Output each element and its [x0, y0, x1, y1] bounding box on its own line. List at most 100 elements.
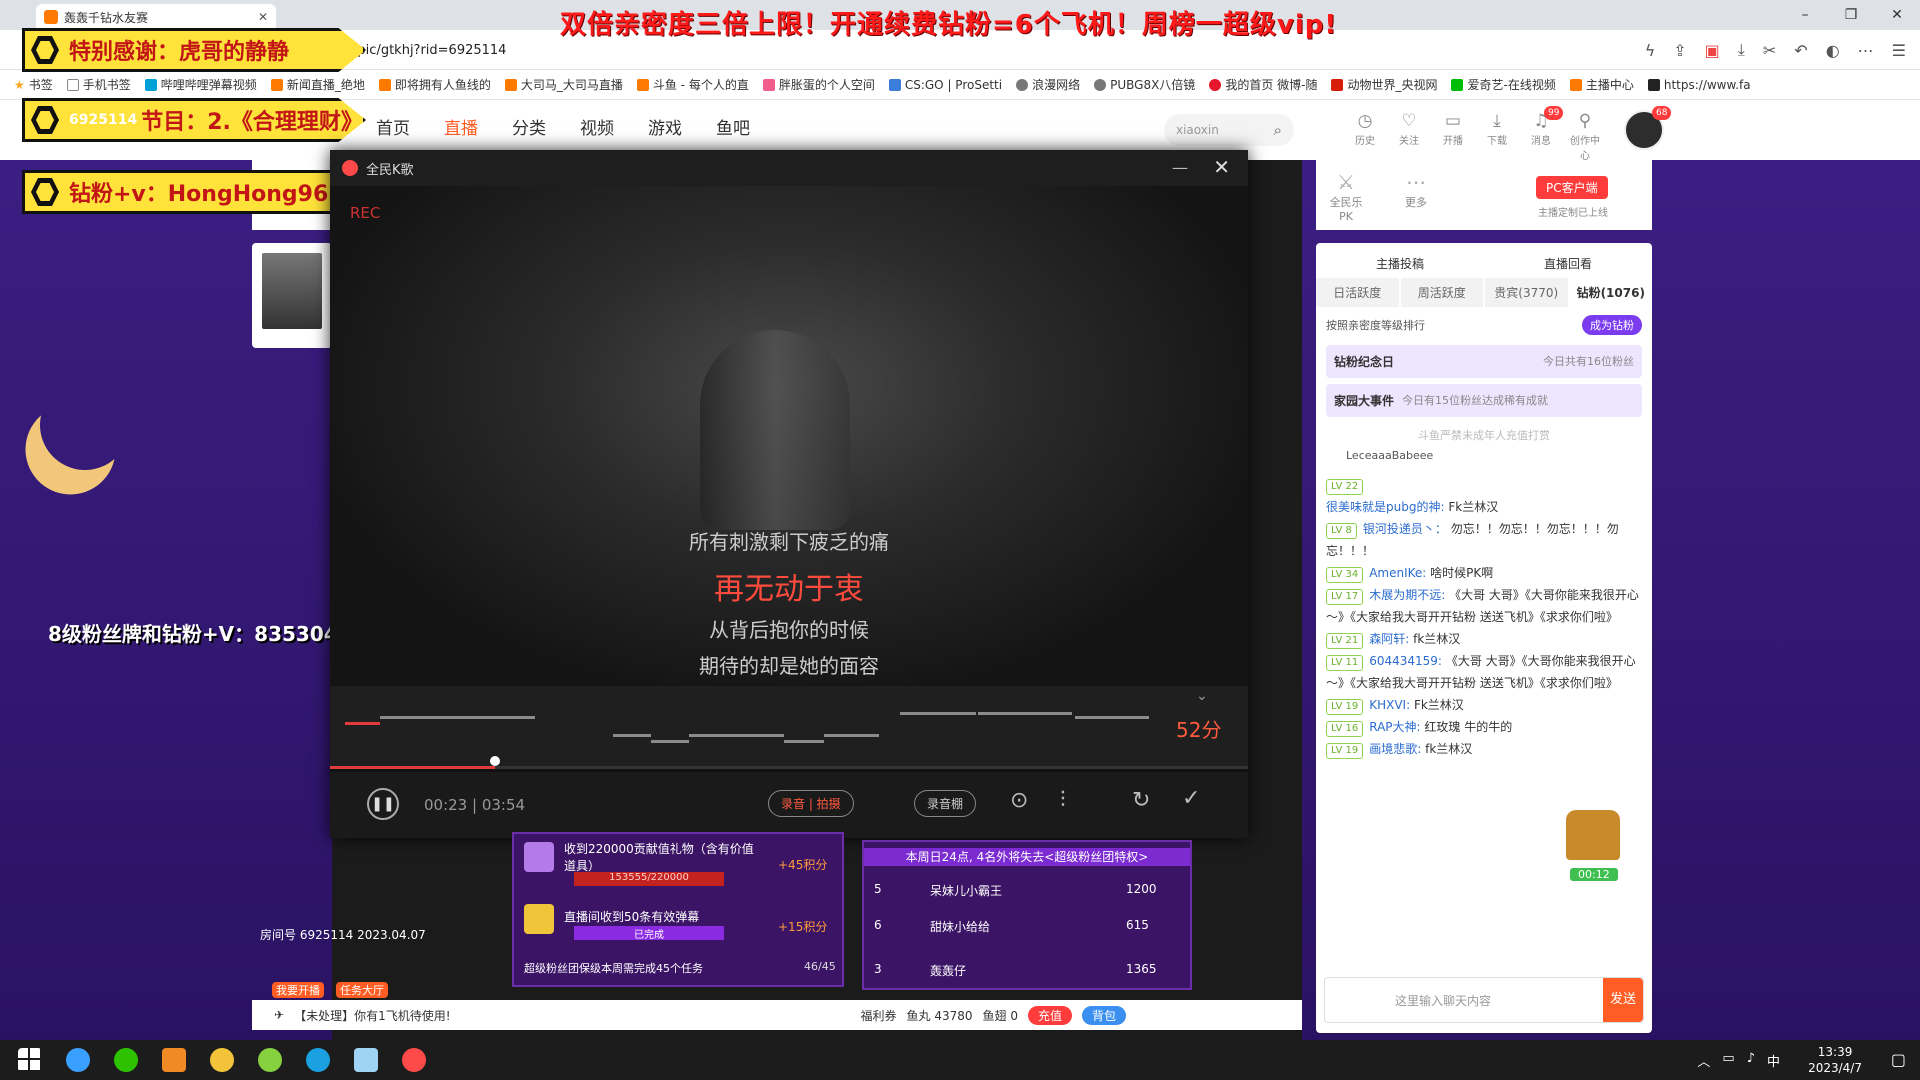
- pc-client-button[interactable]: PC客户端: [1536, 176, 1608, 199]
- nav-yuba[interactable]: 鱼吧: [716, 114, 750, 139]
- follow-button[interactable]: ♡ 关注: [1394, 110, 1424, 162]
- recharge-button[interactable]: 充值: [1027, 1005, 1072, 1025]
- bookmark-item[interactable]: 我的首页 微博-随: [1209, 76, 1317, 93]
- app-icon[interactable]: [210, 1048, 234, 1072]
- share-icon[interactable]: ⇪: [1673, 41, 1686, 60]
- bookmark-item[interactable]: 哔哩哔哩弹幕视频: [144, 76, 257, 93]
- bulb-icon: ⚲: [1578, 111, 1592, 131]
- karaoke-taskbar-icon[interactable]: [402, 1048, 426, 1072]
- bookmark-item[interactable]: 新闻直播_绝地: [270, 76, 365, 93]
- unprocessed-notice[interactable]: 【未处理】你有1飞机待使用!: [294, 1007, 450, 1024]
- minimize-icon[interactable]: —: [1172, 158, 1188, 177]
- anchor-submission-link[interactable]: 主播投稿: [1376, 255, 1424, 272]
- rank-user[interactable]: LeceaaaBabeee: [1316, 447, 1652, 464]
- bookmark-item[interactable]: 主播中心: [1569, 76, 1634, 93]
- nav-video[interactable]: 视频: [580, 114, 614, 139]
- avatar[interactable]: 68: [1624, 106, 1672, 150]
- bookmark-item[interactable]: https://www.fa: [1647, 78, 1751, 92]
- collapse-chevron-icon[interactable]: ⌄: [1196, 688, 1208, 704]
- nav-category[interactable]: 分类: [512, 114, 546, 139]
- volume-icon[interactable]: ♪: [1747, 1051, 1755, 1070]
- finish-check-icon[interactable]: ✓: [1182, 786, 1200, 811]
- creator-button[interactable]: ⚲ 创作中心: [1570, 110, 1600, 162]
- extension-icon[interactable]: ▣: [1705, 41, 1720, 60]
- bookmark-item[interactable]: 浪漫网络: [1016, 76, 1080, 93]
- record-mode-toggle[interactable]: 录音 | 拍摄: [768, 790, 854, 817]
- family-event-card[interactable]: 家园大事件 今日有15位粉丝达成稀有成就: [1326, 384, 1642, 417]
- bookmark-item[interactable]: 动物世界_央视网: [1331, 76, 1437, 93]
- maximize-icon[interactable]: ❐: [1828, 0, 1874, 30]
- network-icon[interactable]: ▭: [1722, 1051, 1734, 1070]
- tab-close-icon[interactable]: ✕: [258, 10, 268, 24]
- tray-chevron-icon[interactable]: ︿: [1697, 1051, 1710, 1070]
- bookmark-item[interactable]: 即将拥有人鱼线的: [378, 76, 491, 93]
- minimize-icon[interactable]: –: [1782, 0, 1828, 30]
- lightning-icon[interactable]: ϟ: [1645, 41, 1656, 60]
- bookmark-item[interactable]: CS:GO | ProSetti: [888, 78, 1002, 92]
- close-window-icon[interactable]: ✕: [1874, 0, 1920, 30]
- task-hall-button[interactable]: 任务大厅: [336, 982, 388, 998]
- nav-home[interactable]: 首页: [376, 114, 410, 139]
- tab-weekly[interactable]: 周活跃度: [1400, 278, 1483, 307]
- nav-game[interactable]: 游戏: [648, 114, 682, 139]
- more-button[interactable]: ⋯ 更多: [1396, 170, 1436, 210]
- bookmark-item[interactable]: ★ 书签: [14, 76, 53, 93]
- pause-button[interactable]: ❚❚: [367, 788, 399, 820]
- app-icon[interactable]: [258, 1048, 282, 1072]
- close-icon[interactable]: ✕: [1213, 155, 1230, 179]
- bookmark-item[interactable]: 斗鱼 - 每个人的直: [636, 76, 749, 93]
- pk-button[interactable]: ⚔ 全民乐PK: [1326, 170, 1366, 223]
- menu-icon[interactable]: ☰: [1892, 41, 1906, 60]
- camera-icon[interactable]: ⊙: [1010, 788, 1028, 813]
- treasure-chest-icon[interactable]: [1566, 810, 1620, 860]
- bookmark-item[interactable]: 手机书签: [66, 76, 131, 93]
- pitch-note: [689, 734, 784, 737]
- clock[interactable]: 13:39 2023/4/7: [1808, 1044, 1862, 1076]
- search-icon[interactable]: ⌕: [1274, 121, 1282, 139]
- more-icon[interactable]: ⋯: [1858, 41, 1874, 60]
- welfare-link[interactable]: 福利券: [861, 1007, 897, 1024]
- bag-button[interactable]: 背包: [1082, 1005, 1127, 1025]
- dark-mode-icon[interactable]: ◐: [1826, 41, 1840, 60]
- undo-icon[interactable]: ↶: [1794, 41, 1807, 60]
- tab-vip[interactable]: 贵宾(3770): [1485, 278, 1568, 307]
- browser-tab[interactable]: 轰轰千钻水友赛 ✕: [36, 4, 276, 30]
- live-replay-link[interactable]: 直播回看: [1544, 255, 1592, 272]
- send-button[interactable]: 发送: [1603, 978, 1643, 1022]
- chat-input[interactable]: 这里输入聊天内容: [1325, 992, 1603, 1009]
- rank-name[interactable]: 呆妹儿小霸王: [930, 882, 1002, 899]
- nav-live[interactable]: 直播: [444, 114, 478, 139]
- tools-icon[interactable]: ✂: [1763, 41, 1776, 60]
- browser-taskbar-icon[interactable]: [66, 1048, 90, 1072]
- ime-indicator[interactable]: 中: [1767, 1051, 1780, 1070]
- rank-name[interactable]: 甜妹小给给: [930, 918, 990, 935]
- windows-start-icon[interactable]: [18, 1048, 42, 1072]
- app-icon[interactable]: [354, 1048, 378, 1072]
- tab-daily[interactable]: 日活跃度: [1316, 278, 1399, 307]
- message-button[interactable]: ♫ 消息 99: [1526, 106, 1564, 162]
- start-live-button[interactable]: ▭ 开播: [1438, 110, 1468, 162]
- become-diamond-button[interactable]: 成为钻粉: [1582, 315, 1642, 335]
- bookmark-item[interactable]: 胖胀蛋的个人空间: [762, 76, 875, 93]
- loop-icon[interactable]: ↻: [1132, 788, 1150, 813]
- tab-diamond-fans[interactable]: 钻粉(1076): [1569, 278, 1652, 307]
- streamer-avatar[interactable]: [262, 253, 322, 329]
- download-button[interactable]: ⤓ 下载: [1482, 110, 1512, 162]
- download-icon[interactable]: ⤓: [1738, 40, 1745, 60]
- wechat-icon[interactable]: [114, 1048, 138, 1072]
- hex-badge-icon: [31, 106, 59, 134]
- search-input[interactable]: xiaoxin ⌕: [1164, 114, 1294, 146]
- bookmark-item[interactable]: PUBG8X八倍镜: [1094, 76, 1195, 93]
- studio-button[interactable]: 录音棚: [914, 790, 977, 817]
- rank-name[interactable]: 轰轰仔: [930, 962, 966, 979]
- history-button[interactable]: ◷ 历史: [1350, 110, 1380, 162]
- rec-indicator: REC: [350, 204, 381, 222]
- app-icon[interactable]: [306, 1048, 330, 1072]
- bookmark-item[interactable]: 爱奇艺-在线视频: [1451, 76, 1556, 93]
- equalizer-icon[interactable]: ⫶: [1060, 788, 1066, 813]
- app-icon[interactable]: [162, 1048, 186, 1072]
- notification-icon[interactable]: ▢: [1891, 1050, 1906, 1069]
- start-live-button[interactable]: 我要开播: [272, 982, 324, 998]
- bookmark-item[interactable]: 大司马_大司马直播: [504, 76, 623, 93]
- memorial-card[interactable]: 钻粉纪念日 今日共有16位粉丝: [1326, 345, 1642, 378]
